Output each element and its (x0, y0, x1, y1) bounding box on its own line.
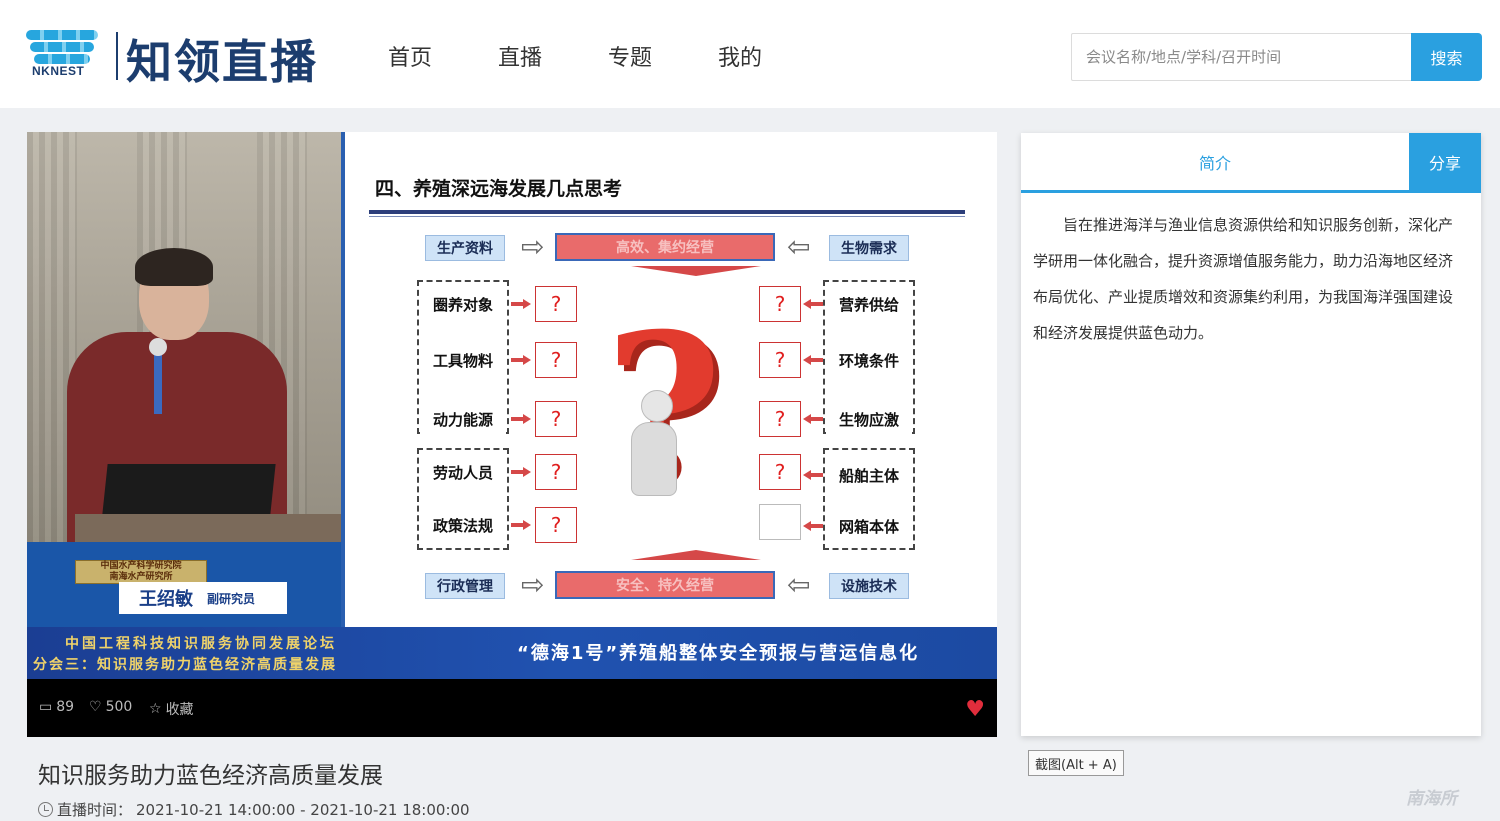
question-box: ? (759, 286, 801, 322)
question-box: ? (535, 454, 577, 490)
presentation-slide: 四、养殖深远海发展几点思考 生产资料 生物需求 行政管理 设施技术 ⇨ ⇦ 高效… (341, 132, 997, 627)
empty-box (759, 504, 801, 540)
left-item: 工具物料 (420, 345, 506, 375)
speaker-camera: 中国水产科学研究院 南海水产研究所 王绍敏 副研究员 (27, 132, 341, 627)
site-header: NKNEST 知领直播 首页 直播 专题 我的 搜索 (0, 0, 1500, 108)
nav-mine[interactable]: 我的 (718, 40, 828, 72)
player-controls: ▭ 89 ♡ 500 ☆ 收藏 ♥ (27, 679, 997, 737)
main-nav: 首页 直播 专题 我的 (388, 40, 828, 72)
logo-title: 知领直播 (126, 35, 318, 89)
slide-title: 四、养殖深远海发展几点思考 (375, 178, 623, 200)
watermark: 南海所 (1406, 789, 1457, 809)
left-item: 劳动人员 (420, 457, 506, 487)
thinking-figure (631, 422, 677, 496)
logo-subtext: NKNEST (32, 64, 85, 78)
video-title: 知识服务助力蓝色经济高质量发展 (38, 763, 383, 789)
banner-talk-title: “德海1号”养殖船整体安全预报与营运信息化 (517, 643, 920, 664)
banner-forum: 中国工程科技知识服务协同发展论坛 (65, 636, 337, 652)
right-item: 生物应激 (826, 404, 912, 434)
right-item: 船舶主体 (826, 460, 912, 490)
logo-divider (116, 32, 118, 80)
favorite-button[interactable]: ☆ 收藏 (149, 699, 194, 719)
speaker-name: 王绍敏 (139, 589, 193, 610)
live-time: 直播时间： 2021-10-21 14:00:00 - 2021-10-21 1… (38, 799, 470, 820)
comment-count[interactable]: ▭ 89 (39, 699, 74, 715)
right-item: 环境条件 (826, 345, 912, 375)
search-button[interactable]: 搜索 (1411, 33, 1482, 81)
question-box: ? (535, 507, 577, 543)
slide-top-bar: 高效、集约经营 (555, 233, 775, 261)
speaker-title: 副研究员 (207, 591, 256, 606)
site-logo[interactable]: NKNEST 知领直播 (26, 26, 336, 89)
question-box: ? (759, 342, 801, 378)
right-item: 网箱本体 (826, 511, 912, 541)
left-item: 动力能源 (420, 404, 506, 434)
speaker-institution: 中国水产科学研究院 南海水产研究所 (75, 560, 207, 584)
right-item: 营养供给 (826, 289, 912, 319)
tag-bio-needs: 生物需求 (829, 235, 909, 261)
tag-admin: 行政管理 (425, 573, 505, 599)
live-time-range: 2021-10-21 14:00:00 - 2021-10-21 18:00:0… (136, 800, 470, 819)
microphone-icon (149, 338, 167, 356)
live-time-label: 直播时间： (57, 801, 133, 819)
nav-live[interactable]: 直播 (498, 40, 608, 72)
heart-outline-icon: ♡ (89, 699, 102, 715)
tag-production: 生产资料 (425, 235, 505, 261)
question-box: ? (535, 286, 577, 322)
nav-home[interactable]: 首页 (388, 40, 498, 72)
star-outline-icon: ☆ (149, 701, 162, 717)
tab-share[interactable]: 分享 (1409, 133, 1481, 190)
info-panel: 简介 分享 旨在推进海洋与渔业信息资源供给和知识服务创新，深化产学研用一体化融合… (1021, 133, 1481, 736)
tab-intro[interactable]: 简介 (1021, 133, 1409, 190)
tag-facility: 设施技术 (829, 573, 909, 599)
slide-bottom-bar: 安全、持久经营 (555, 571, 775, 599)
left-item: 圈养对象 (420, 289, 506, 319)
speaker-name-box: 王绍敏 副研究员 (119, 582, 287, 614)
laptop (102, 464, 276, 514)
search-bar: 搜索 (1071, 33, 1482, 81)
like-count[interactable]: ♡ 500 (89, 699, 132, 715)
screenshot-hint: 截图(Alt + A) (1028, 750, 1124, 776)
question-box: ? (759, 401, 801, 437)
nav-topics[interactable]: 专题 (608, 40, 718, 72)
question-box: ? (535, 342, 577, 378)
clock-icon (38, 802, 53, 817)
question-box: ? (535, 401, 577, 437)
heart-icon[interactable]: ♥ (965, 697, 985, 722)
question-box: ? (759, 454, 801, 490)
comment-icon: ▭ (39, 699, 53, 715)
left-item: 政策法规 (420, 510, 506, 540)
video-player[interactable]: 中国水产科学研究院 南海水产研究所 王绍敏 副研究员 四、养殖深远海发展几点思考… (27, 132, 997, 737)
panel-tabs: 简介 分享 (1021, 133, 1481, 193)
banner-session: 分会三：知识服务助力蓝色经济高质量发展 (33, 657, 337, 673)
event-banner: 中国工程科技知识服务协同发展论坛 分会三：知识服务助力蓝色经济高质量发展 “德海… (27, 627, 997, 679)
intro-text: 旨在推进海洋与渔业信息资源供给和知识服务创新，深化产学研用一体化融合，提升资源增… (1033, 216, 1454, 342)
search-input[interactable] (1071, 33, 1411, 81)
